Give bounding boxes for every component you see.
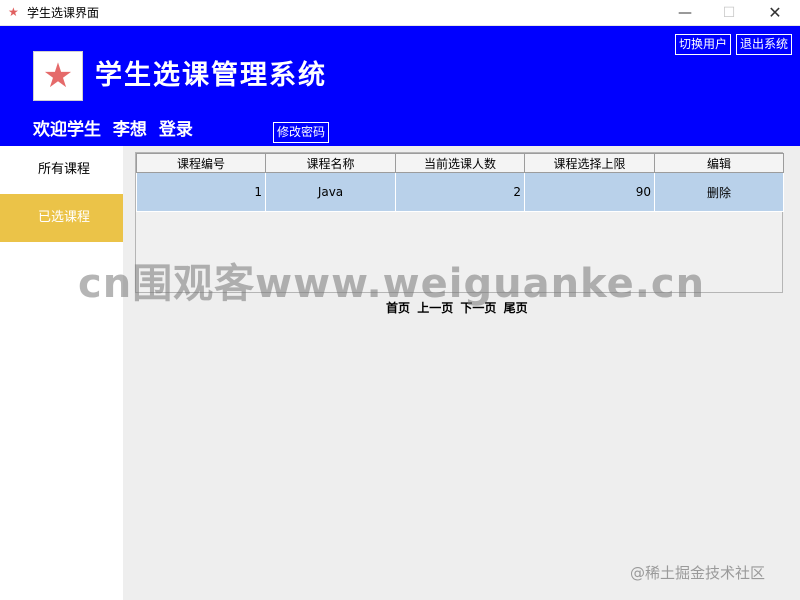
window-title-bar: ★ 学生选课界面 — ☐ ✕ <box>0 0 800 26</box>
window-title: 学生选课界面 <box>27 6 100 20</box>
app-header: ★ 学生选课管理系统 欢迎学生 李想 登录 切换用户 退出系统 修改密码 <box>0 26 800 146</box>
column-header-limit[interactable]: 课程选择上限 <box>524 153 655 173</box>
minimize-icon[interactable]: — <box>662 0 708 26</box>
switch-user-button[interactable]: 切换用户 <box>675 34 732 55</box>
column-header-course-id[interactable]: 课程编号 <box>136 153 266 173</box>
sidebar: 所有课程 已选课程 <box>0 146 123 600</box>
watermark-text: cn围观客www.weiguanke.cn <box>78 261 706 307</box>
course-table: 课程编号 课程名称 当前选课人数 课程选择上限 编辑 1 Java 2 90 删… <box>136 153 784 212</box>
cell-delete-action[interactable]: 删除 <box>654 172 784 212</box>
cell-course-name[interactable]: Java <box>265 172 396 212</box>
system-title: 学生选课管理系统 <box>95 60 327 91</box>
table-header-row: 课程编号 课程名称 当前选课人数 课程选择上限 编辑 <box>136 153 784 173</box>
credit-text: @稀土掘金技术社区 <box>630 564 766 582</box>
column-header-edit[interactable]: 编辑 <box>654 153 784 173</box>
change-password-button[interactable]: 修改密码 <box>273 122 330 143</box>
sidebar-item-all-courses[interactable]: 所有课程 <box>0 146 123 194</box>
maximize-icon[interactable]: ☐ <box>706 0 752 26</box>
table-row[interactable]: 1 Java 2 90 删除 <box>136 172 784 212</box>
column-header-current-count[interactable]: 当前选课人数 <box>395 153 525 173</box>
close-icon[interactable]: ✕ <box>752 0 798 26</box>
cell-limit[interactable]: 90 <box>524 172 655 212</box>
cell-current-count[interactable]: 2 <box>395 172 525 212</box>
exit-system-button[interactable]: 退出系统 <box>736 34 793 55</box>
app-star-icon: ★ <box>8 5 19 19</box>
main-panel: 课程编号 课程名称 当前选课人数 课程选择上限 编辑 1 Java 2 90 删… <box>123 146 800 600</box>
sidebar-item-selected-courses[interactable]: 已选课程 <box>0 194 123 242</box>
welcome-text: 欢迎学生 李想 登录 <box>33 120 193 140</box>
cell-course-id[interactable]: 1 <box>136 172 266 212</box>
column-header-course-name[interactable]: 课程名称 <box>265 153 396 173</box>
logo-star-icon: ★ <box>33 51 83 101</box>
